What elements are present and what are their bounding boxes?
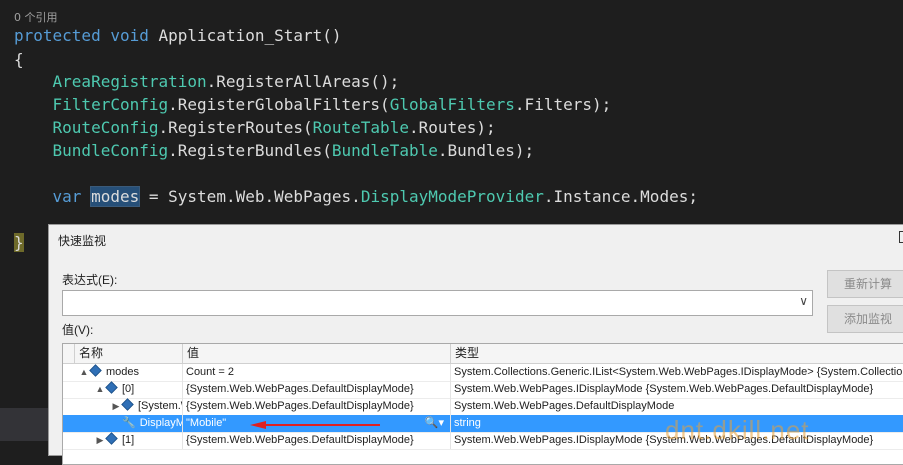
variable-type: System.Collections.Generic.IList<System.… [454, 366, 903, 378]
variable-value: "Mobile" [186, 417, 227, 429]
variable-name: [0] [122, 383, 135, 395]
code-line[interactable]: protected void Application_Start() [14, 26, 342, 46]
table-row[interactable]: ▲ [0] {System.Web.WebPages.DefaultDisplayM… [63, 381, 903, 399]
column-name-header[interactable]: 名称 [75, 344, 183, 363]
editor-scrollbar-corner [0, 408, 50, 441]
code-token: .RegisterGlobalFilters( [168, 95, 390, 114]
variable-type: System.Web.WebPages.IDisplayMode {System… [454, 383, 874, 395]
code-token: GlobalFilters [389, 95, 515, 114]
code-line[interactable]: AreaRegistration.RegisterAllAreas(); [14, 72, 400, 92]
variable-value: {System.Web.WebPages.DefaultDisplayMode} [186, 383, 414, 395]
object-cube-icon [89, 364, 102, 377]
variable-name: DisplayModeId [139, 417, 182, 429]
expression-input[interactable]: ∨ [62, 290, 813, 316]
code-token: DisplayModeProvider [360, 187, 544, 206]
object-cube-icon [105, 381, 118, 394]
header-spacer [63, 344, 75, 363]
code-token: RouteConfig [52, 118, 159, 137]
visualizer-icon[interactable]: 🔍▾ [425, 415, 444, 432]
red-arrow-annotation [250, 421, 380, 429]
code-token: BundleTable [331, 141, 438, 160]
variable-type: string [454, 417, 481, 429]
code-token: AreaRegistration [52, 72, 207, 91]
name-cell: ▲ [0] [75, 381, 183, 398]
value-cell: {System.Web.WebPages.DefaultDisplayMode} [183, 398, 451, 415]
maximize-icon[interactable] [899, 231, 903, 243]
code-token: } [14, 233, 24, 252]
name-cell: ▶ [System.Web.WebPages.DefaultDisplayMode… [75, 398, 183, 415]
code-token: Application_Start() [148, 26, 342, 45]
watch-grid[interactable]: 名称 值 类型 ▲ modes Count = 2 System.Collection… [62, 343, 903, 465]
chevron-down-icon[interactable]: ∨ [799, 294, 808, 308]
code-token: protected [14, 26, 101, 45]
expand-toggle-icon[interactable]: ▲ [94, 381, 106, 398]
type-cell: System.Web.WebPages.DefaultDisplayMode [451, 398, 903, 415]
value-cell: {System.Web.WebPages.DefaultDisplayMode} [183, 381, 451, 398]
variable-value: Count = 2 [186, 366, 235, 378]
variable-value: {System.Web.WebPages.DefaultDisplayMode} [186, 400, 414, 412]
variable-name: [System.Web.WebPages.DefaultDisplayMode] [138, 400, 182, 412]
code-token: BundleConfig [52, 141, 169, 160]
reevaluate-button[interactable]: 重新计算 [827, 270, 903, 298]
add-watch-button[interactable]: 添加监视 [827, 305, 903, 333]
name-cell: 🔧DisplayModeId [75, 415, 183, 432]
code-line[interactable]: { [14, 50, 24, 70]
variable-type: System.Web.WebPages.DefaultDisplayMode [454, 400, 675, 412]
code-token: void [110, 26, 149, 45]
variable-name: [1] [122, 434, 135, 446]
highlighted-identifier: modes [90, 186, 141, 207]
code-line[interactable]: BundleConfig.RegisterBundles(BundleTable… [14, 141, 535, 161]
code-token: { [14, 50, 24, 69]
code-token: .Filters); [514, 95, 612, 114]
code-line[interactable]: } [14, 233, 24, 253]
code-token: = System.Web.WebPages. [139, 187, 361, 206]
code-token: RouteTable [312, 118, 409, 137]
column-value-header[interactable]: 值 [183, 344, 451, 363]
table-row[interactable]: ▶ [System.Web.WebPages.DefaultDisplayMode… [63, 398, 903, 416]
table-row[interactable]: ▲ modes Count = 2 System.Collections.Generi… [63, 364, 903, 382]
wrench-property-icon: 🔧 [122, 417, 136, 429]
code-token: FilterConfig [52, 95, 169, 114]
variable-type: System.Web.WebPages.IDisplayMode {System… [454, 434, 874, 446]
type-cell: System.Collections.Generic.IList<System.… [451, 364, 903, 381]
expand-toggle-icon[interactable]: ▶ [110, 398, 122, 415]
code-token: .RegisterBundles( [168, 141, 332, 160]
object-cube-icon [121, 398, 134, 411]
code-token: .Routes); [408, 118, 496, 137]
value-cell: Count = 2 [183, 364, 451, 381]
value-label: 值(V): [62, 323, 94, 337]
code-token: .RegisterRoutes( [158, 118, 313, 137]
code-token: .Bundles); [437, 141, 535, 160]
variable-value: {System.Web.WebPages.DefaultDisplayMode} [186, 434, 414, 446]
grid-header: 名称 值 类型 [63, 344, 903, 364]
code-line[interactable]: FilterConfig.RegisterGlobalFilters(Globa… [14, 95, 612, 115]
name-cell: ▲ modes [75, 364, 183, 381]
code-line[interactable]: RouteConfig.RegisterRoutes(RouteTable.Ro… [14, 118, 496, 138]
object-cube-icon [105, 432, 118, 445]
expression-label: 表达式(E): [62, 273, 118, 287]
expand-toggle-icon[interactable]: ▲ [78, 364, 90, 381]
reference-count-lens[interactable]: 0 个引用 [14, 9, 58, 25]
column-type-header[interactable]: 类型 [451, 344, 903, 363]
code-token: var [52, 187, 82, 206]
code-line[interactable]: var modes = System.Web.WebPages.DisplayM… [14, 186, 698, 207]
dialog-title: 快速监视 [58, 234, 107, 248]
watermark: dnt.dkill.net [665, 415, 810, 445]
variable-name: modes [106, 366, 140, 378]
type-cell: System.Web.WebPages.IDisplayMode {System… [451, 381, 903, 398]
code-token: .Instance.Modes; [543, 187, 698, 206]
code-token: .RegisterAllAreas(); [206, 72, 400, 91]
